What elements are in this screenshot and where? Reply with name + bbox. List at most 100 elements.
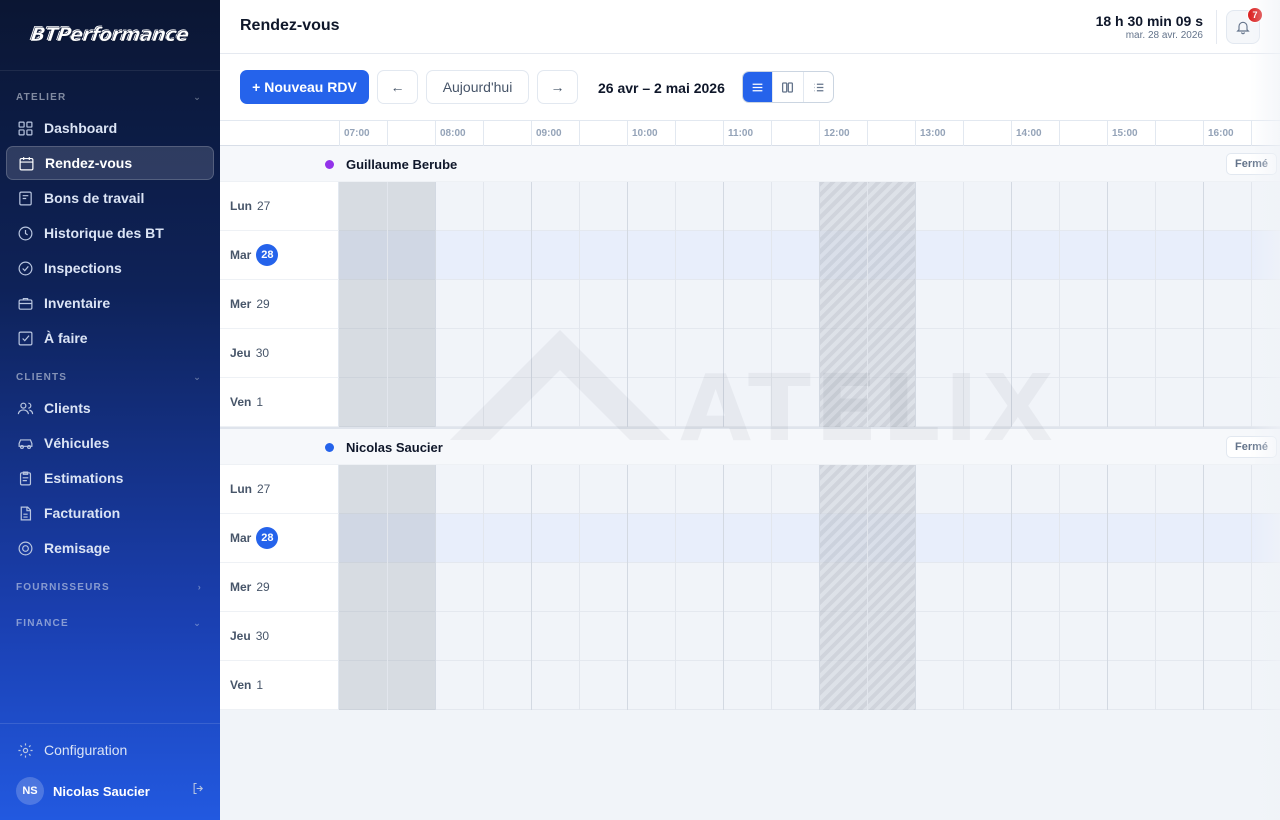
sidebar-item-facturation[interactable]: Facturation <box>6 496 214 530</box>
sidebar-item-remisage[interactable]: Remisage <box>6 531 214 565</box>
day-label: Mar 28 <box>220 231 339 280</box>
user-profile[interactable]: NS Nicolas Saucier <box>16 777 206 805</box>
chevron-down-icon: ⌄ <box>193 91 202 102</box>
sidebar-item-bons-de-travail[interactable]: Bons de travail <box>6 181 214 215</box>
schedule-grid <box>339 182 1280 427</box>
sidebar-item-estimations[interactable]: Estimations <box>6 461 214 495</box>
day-name: Ven <box>230 678 252 692</box>
header-gridline <box>1059 121 1060 147</box>
sidebar-item-vehicules[interactable]: Véhicules <box>6 426 214 460</box>
day-name: Mar <box>230 531 252 545</box>
prev-week-button[interactable]: ← <box>377 70 418 104</box>
header-gridline <box>627 121 628 147</box>
header-gridline <box>1203 121 1204 147</box>
logout-icon[interactable] <box>191 781 206 801</box>
day-row[interactable] <box>339 329 1280 378</box>
grid-line <box>1107 465 1108 710</box>
topbar: Rendez-vous 18 h 30 min 09 s mar. 28 avr… <box>220 0 1280 54</box>
day-row[interactable] <box>339 514 1280 563</box>
hour-label: 14:00 <box>1016 128 1042 139</box>
section-finance[interactable]: FINANCE ⌄ <box>0 613 220 633</box>
today-date-badge: 28 <box>256 244 279 266</box>
notifications-button[interactable]: 7 <box>1226 7 1263 44</box>
sidebar-item-label: Remisage <box>44 540 111 556</box>
document-icon <box>16 189 34 207</box>
user-name: Nicolas Saucier <box>53 783 150 799</box>
day-name: Mer <box>230 580 252 594</box>
sidebar-item-dashboard[interactable]: Dashboard <box>6 111 214 145</box>
sidebar-item-rendez-vous[interactable]: Rendez-vous <box>6 146 214 180</box>
day-row[interactable] <box>339 280 1280 329</box>
grid-line <box>1059 182 1060 427</box>
day-name: Lun <box>230 199 252 213</box>
hour-label: 15:00 <box>1112 128 1138 139</box>
day-row[interactable] <box>339 378 1280 427</box>
next-week-button[interactable]: → <box>537 70 578 104</box>
clock-icon <box>16 224 34 242</box>
header-gridline <box>1011 121 1012 147</box>
grid-line <box>723 465 724 710</box>
hour-label: 09:00 <box>536 128 562 139</box>
section-atelier[interactable]: ATELIER ⌄ <box>0 87 220 107</box>
day-label: Jeu 30 <box>220 329 339 378</box>
hour-label: 10:00 <box>632 128 658 139</box>
page-title: Rendez-vous <box>240 17 340 34</box>
checkbox-icon <box>16 329 34 347</box>
columns-view-button[interactable] <box>772 72 802 102</box>
section-atelier-label: ATELIER <box>16 91 67 103</box>
sidebar-divider <box>0 723 220 724</box>
sidebar-item-label: Inventaire <box>44 295 111 311</box>
day-name: Mer <box>230 297 252 311</box>
clipboard-icon <box>16 469 34 487</box>
technician-name: Nicolas Saucier <box>346 440 443 455</box>
day-label: Ven 1 <box>220 661 339 710</box>
sidebar-item-label: À faire <box>44 330 88 346</box>
day-row[interactable] <box>339 563 1280 612</box>
day-row[interactable] <box>339 612 1280 661</box>
header-gridline <box>339 121 340 147</box>
sidebar-item-configuration[interactable]: Configuration <box>6 733 214 767</box>
section-clients[interactable]: CLIENTS ⌄ <box>0 367 220 387</box>
day-row[interactable] <box>339 182 1280 231</box>
header-gridline <box>819 121 820 147</box>
day-row[interactable] <box>339 465 1280 514</box>
status-badge[interactable]: Fermé <box>1226 153 1278 175</box>
brand-logo-area[interactable]: BTPerformance <box>0 0 220 71</box>
day-name: Mar <box>230 248 252 262</box>
day-number: 1 <box>256 395 264 409</box>
grid-line <box>627 182 628 427</box>
day-row[interactable] <box>339 661 1280 710</box>
grid-line <box>1203 465 1204 710</box>
day-number: 29 <box>256 297 270 311</box>
list-view-button[interactable] <box>743 72 773 102</box>
file-icon <box>16 504 34 522</box>
sidebar-item-label: Configuration <box>44 742 128 758</box>
today-button[interactable]: Aujourd'hui <box>426 70 529 104</box>
columns-view-icon <box>781 81 794 94</box>
bullets-view-button[interactable] <box>802 72 833 102</box>
day-number: 27 <box>257 482 271 496</box>
day-name: Ven <box>230 395 252 409</box>
grid-line <box>531 182 532 427</box>
section-fournisseurs[interactable]: FOURNISSEURS › <box>0 577 220 597</box>
status-badge[interactable]: Fermé <box>1226 436 1278 458</box>
sidebar-item-inventaire[interactable]: Inventaire <box>6 286 214 320</box>
new-appointment-button[interactable]: + Nouveau RDV <box>240 70 369 104</box>
brand-logo[interactable]: BTPerformance <box>29 24 190 47</box>
sidebar-item-inspections[interactable]: Inspections <box>6 251 214 285</box>
sidebar-item-clients[interactable]: Clients <box>6 391 214 425</box>
sidebar-item-a-faire[interactable]: À faire <box>6 321 214 355</box>
day-row[interactable] <box>339 231 1280 280</box>
grid-line <box>1155 465 1156 710</box>
day-number: 1 <box>256 678 264 692</box>
hour-label: 16:00 <box>1208 128 1234 139</box>
today-date-badge: 28 <box>256 527 279 549</box>
check-circle-icon <box>16 259 34 277</box>
list-view-icon <box>751 81 764 94</box>
grid-line <box>387 182 388 427</box>
grid-line <box>1011 182 1012 427</box>
hour-label: 13:00 <box>920 128 946 139</box>
bell-icon <box>1235 19 1251 35</box>
sidebar-item-historique[interactable]: Historique des BT <box>6 216 214 250</box>
chevron-right-icon: › <box>197 582 202 592</box>
